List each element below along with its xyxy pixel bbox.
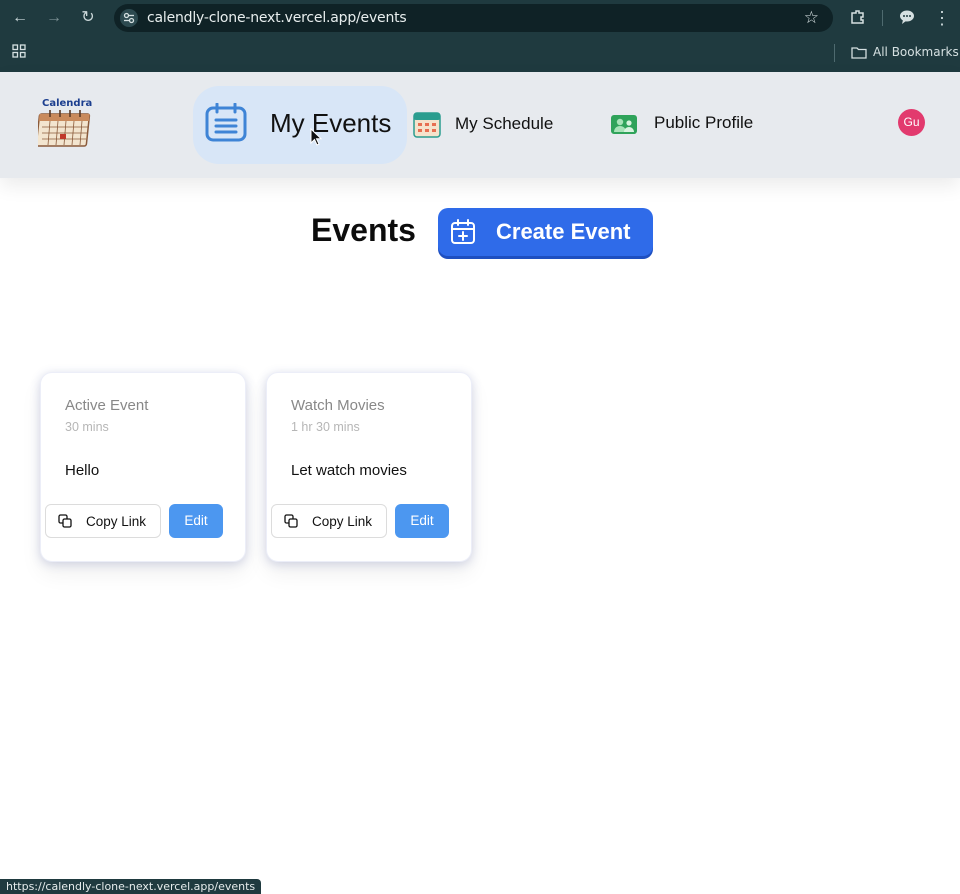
logo-text: Calendra (42, 98, 93, 109)
copy-link-button[interactable]: Copy Link (271, 504, 387, 538)
event-duration: 1 hr 30 mins (291, 420, 360, 434)
status-bar-url: https://calendly-clone-next.vercel.app/e… (0, 879, 262, 894)
clipboard-list-icon (205, 103, 247, 142)
mouse-cursor-icon (310, 128, 322, 146)
toolbar-divider (882, 10, 883, 26)
event-title: Active Event (65, 397, 149, 414)
bookmarks-bar: All Bookmarks (0, 36, 960, 72)
event-description: Hello (65, 462, 100, 479)
url-text[interactable]: calendly-clone-next.vercel.app/events (147, 10, 407, 26)
event-description: Let watch movies (291, 462, 407, 479)
edit-button[interactable]: Edit (395, 504, 449, 538)
all-bookmarks-label: All Bookmarks (873, 45, 959, 59)
bookmarks-divider (834, 44, 835, 62)
apps-grid-icon[interactable] (12, 44, 26, 63)
page-title: Events (311, 212, 416, 248)
reload-icon[interactable]: ↻ (78, 8, 98, 28)
all-bookmarks-button[interactable]: All Bookmarks (851, 45, 959, 59)
forward-icon[interactable]: → (44, 8, 64, 28)
calendar-plus-icon (451, 219, 475, 244)
site-settings-icon[interactable] (120, 9, 138, 27)
event-title: Watch Movies (291, 397, 385, 414)
profile-group-icon (611, 115, 637, 134)
create-event-label: Create Event (496, 219, 631, 244)
copy-link-label: Copy Link (312, 513, 373, 529)
browser-menu-icon[interactable]: ⋮ (932, 8, 952, 28)
edit-button[interactable]: Edit (169, 504, 223, 538)
nav-public-profile[interactable]: Public Profile (610, 110, 753, 136)
copy-icon (58, 514, 72, 528)
create-event-button[interactable]: Create Event (438, 208, 653, 256)
event-card: Active Event 30 mins Hello Copy Link Edi… (40, 372, 246, 562)
back-icon[interactable]: ← (10, 8, 30, 28)
chat-extension-icon[interactable] (898, 8, 918, 28)
nav-my-events-label: My Events (270, 107, 392, 138)
nav-public-profile-label: Public Profile (654, 113, 754, 132)
user-avatar[interactable]: Gu (898, 109, 925, 136)
address-bar[interactable]: calendly-clone-next.vercel.app/events ☆ (114, 4, 833, 32)
copy-link-button[interactable]: Copy Link (45, 504, 161, 538)
bookmark-star-icon[interactable]: ☆ (804, 8, 819, 28)
browser-toolbar: ← → ↻ calendly-clone-next.vercel.app/eve… (0, 0, 960, 36)
event-card: Watch Movies 1 hr 30 mins Let watch movi… (266, 372, 472, 562)
schedule-calendar-icon (413, 112, 441, 138)
calendar-logo-icon (38, 110, 91, 147)
nav-my-schedule[interactable]: My Schedule (413, 110, 553, 138)
copy-icon (284, 514, 298, 528)
copy-link-label: Copy Link (86, 513, 147, 529)
event-duration: 30 mins (65, 420, 109, 434)
folder-icon (851, 46, 867, 59)
extensions-icon[interactable] (849, 8, 869, 28)
nav-my-schedule-label: My Schedule (455, 114, 554, 133)
app-logo[interactable]: Calendra (36, 98, 98, 154)
nav-my-events[interactable]: My Events (204, 103, 391, 143)
